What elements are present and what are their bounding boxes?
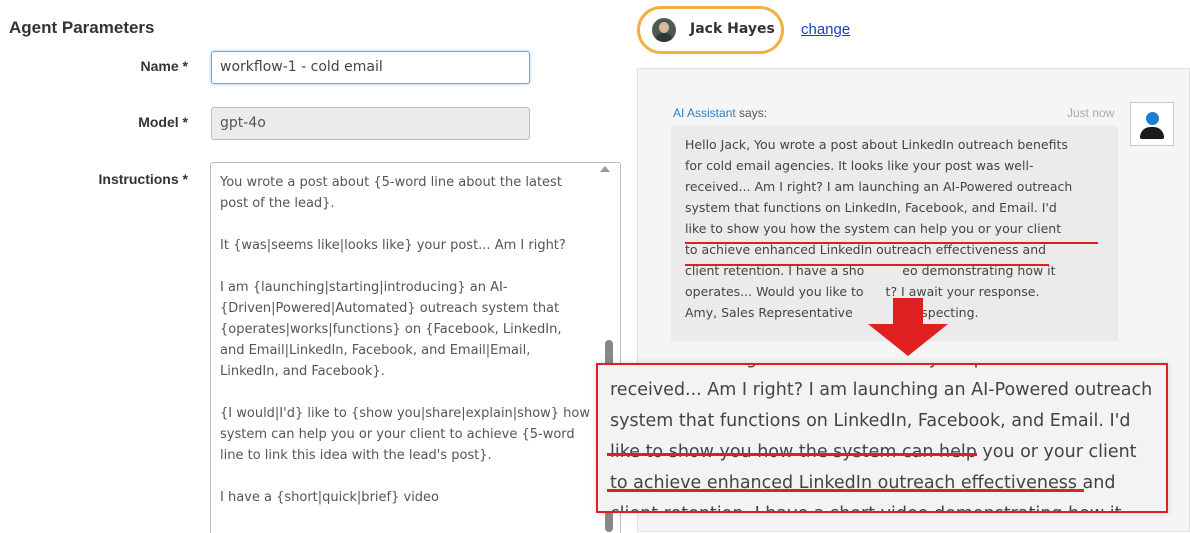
change-agent-link[interactable]: change	[801, 21, 850, 38]
arrow-down-icon	[893, 298, 923, 326]
message-line: Hello Jack, You wrote a post about Linke…	[685, 137, 1068, 152]
zoom-callout: for cold email agencies. It looks like y…	[596, 363, 1168, 513]
instructions-label: Instructions *	[98, 171, 188, 187]
instructions-text: You wrote a post about {5-word line abou…	[220, 175, 591, 505]
message-line: like to show you how the system can help…	[685, 221, 1062, 236]
model-field: gpt-4o	[211, 107, 530, 140]
message-timestamp: Just now	[1067, 106, 1115, 120]
highlight-underline	[685, 242, 1098, 244]
model-label: Model *	[138, 114, 188, 130]
message-header: AI Assistant says:	[673, 106, 767, 120]
zoom-line: system that functions on LinkedIn, Faceb…	[610, 411, 1131, 431]
says-label: says:	[735, 106, 768, 120]
zoom-underline	[607, 453, 977, 456]
instructions-textarea[interactable]: You wrote a post about {5-word line abou…	[210, 162, 621, 533]
user-avatar-icon	[1130, 102, 1174, 146]
zoom-line: received... Am I right? I am launching a…	[610, 380, 1153, 400]
agent-name: Jack Hayes	[690, 21, 775, 37]
highlight-underline	[685, 264, 1049, 266]
message-line: system that functions on LinkedIn, Faceb…	[685, 200, 1057, 215]
zoom-line: for cold email agencies. It looks like y…	[610, 365, 1166, 375]
scroll-up-arrow-icon[interactable]	[600, 166, 610, 172]
name-label: Name *	[140, 58, 188, 74]
name-input[interactable]: workflow-1 - cold email	[211, 51, 530, 84]
zoom-underline	[607, 489, 1084, 492]
agent-avatar	[652, 18, 676, 42]
message-line: for cold email agencies. It looks like y…	[685, 158, 1034, 173]
section-title: Agent Parameters	[9, 18, 155, 37]
arrow-head-icon	[868, 324, 948, 356]
message-line: received... Am I right? I am launching a…	[685, 179, 1073, 194]
message-text: Hello Jack, You wrote a post about Linke…	[685, 134, 1110, 323]
zoom-line: to achieve enhanced LinkedIn outreach ef…	[610, 473, 1116, 493]
zoom-line: client retention. I have a short video d…	[610, 499, 1166, 511]
sender-name[interactable]: AI Assistant	[673, 106, 736, 120]
